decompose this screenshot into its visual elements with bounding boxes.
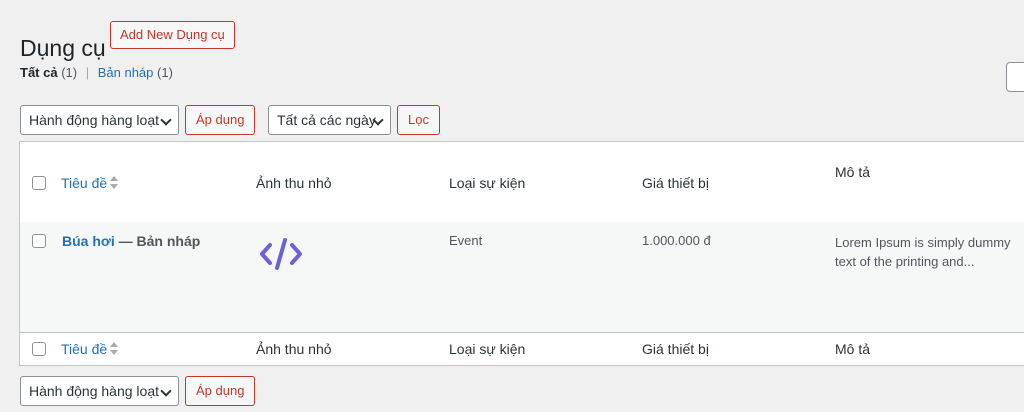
chevron-down-icon [160, 114, 172, 126]
event-type-value: Event [449, 233, 483, 248]
chevron-down-icon [160, 385, 172, 397]
post-state: — Bản nháp [118, 233, 201, 249]
filter-button[interactable]: Lọc [397, 105, 440, 135]
column-thumbnail-footer: Ảnh thu nhỏ [256, 341, 332, 357]
column-description-footer: Mô tả [835, 341, 871, 357]
select-all-checkbox-footer[interactable] [32, 342, 46, 356]
row-title-cell: Búa hơi — Bản nháp [62, 233, 200, 249]
view-all-count: (1) [61, 65, 78, 80]
page-title: Dụng cụ [20, 35, 106, 62]
bulk-action-select-bottom[interactable]: Hành động hàng loạt [20, 376, 179, 406]
sort-icon[interactable] [109, 176, 119, 190]
search-input[interactable] [1006, 62, 1024, 92]
date-filter-value: Tất cả các ngày [277, 112, 376, 128]
bulk-action-select-top[interactable]: Hành động hàng loạt [20, 105, 179, 135]
table-header: Tiêu đề Ảnh thu nhỏ Loại sự kiện Giá thi… [20, 142, 1024, 223]
view-separator: | [85, 65, 90, 80]
select-all-checkbox[interactable] [32, 176, 46, 190]
column-description: Mô tả [835, 164, 871, 180]
view-all-link[interactable]: Tất cả [20, 65, 58, 80]
sort-icon[interactable] [109, 342, 119, 356]
status-views: Tất cả (1) | Bản nháp (1) [20, 65, 173, 80]
bulk-action-value: Hành động hàng loạt [29, 112, 159, 128]
bulk-action-value: Hành động hàng loạt [29, 383, 159, 399]
row-checkbox[interactable] [32, 234, 46, 248]
apply-button-top[interactable]: Áp dụng [185, 105, 256, 135]
code-icon [260, 238, 302, 270]
table-footer: Tiêu đề Ảnh thu nhỏ Loại sự kiện Giá thi… [20, 332, 1024, 366]
view-draft-count: (1) [157, 65, 173, 80]
column-event-type: Loại sự kiện [449, 175, 526, 191]
description-value: Lorem Ipsum is simply dummy text of the … [835, 235, 1011, 269]
posts-table: Tiêu đề Ảnh thu nhỏ Loại sự kiện Giá thi… [19, 141, 1024, 366]
price-value: 1.000.000 đ [642, 233, 711, 248]
view-draft-link[interactable]: Bản nháp [98, 65, 154, 80]
add-new-button[interactable]: Add New Dụng cụ [110, 21, 235, 49]
column-event-type-footer: Loại sự kiện [449, 341, 526, 357]
column-thumbnail: Ảnh thu nhỏ [256, 175, 332, 191]
row-title-link[interactable]: Búa hơi [62, 233, 115, 249]
column-price: Giá thiết bị [642, 175, 709, 191]
column-title-sort[interactable]: Tiêu đề [61, 175, 107, 191]
table-row: Búa hơi — Bản nháp Event 1.000.000 đ Lor… [20, 222, 1024, 333]
column-title-sort-footer[interactable]: Tiêu đề [61, 341, 107, 357]
date-filter-select[interactable]: Tất cả các ngày [268, 105, 391, 135]
apply-button-bottom[interactable]: Áp dụng [185, 376, 256, 406]
column-price-footer: Giá thiết bị [642, 341, 709, 357]
